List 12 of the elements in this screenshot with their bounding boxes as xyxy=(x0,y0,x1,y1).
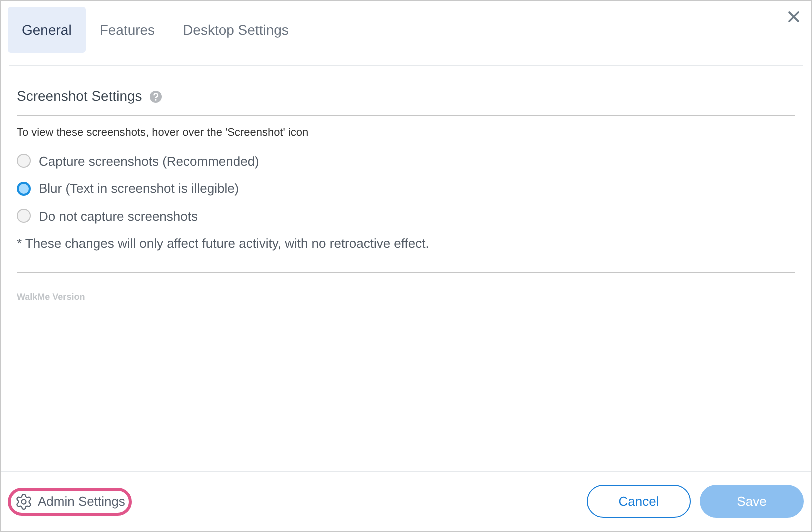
option-label: Capture screenshots (Recommended) xyxy=(39,152,260,171)
version-label: WalkMe Version xyxy=(17,290,86,304)
option-label: Blur (Text in screenshot is illegible) xyxy=(39,180,240,198)
tab[interactable]: General xyxy=(8,7,86,53)
admin-settings-link[interactable]: Admin Settings xyxy=(8,488,132,516)
option-label: Do not capture screenshots xyxy=(39,208,198,226)
tab[interactable]: Features xyxy=(86,7,170,53)
section-title: Screenshot Settings xyxy=(17,87,142,106)
tab[interactable]: Desktop Settings xyxy=(169,7,303,53)
note-text: * These changes will only affect future activity, with no retroactive effect. xyxy=(17,235,430,253)
cancel-button[interactable]: Cancel xyxy=(587,485,691,518)
hint-text: To view these screenshots, hover over the 'Screenshot' icon xyxy=(17,126,310,141)
